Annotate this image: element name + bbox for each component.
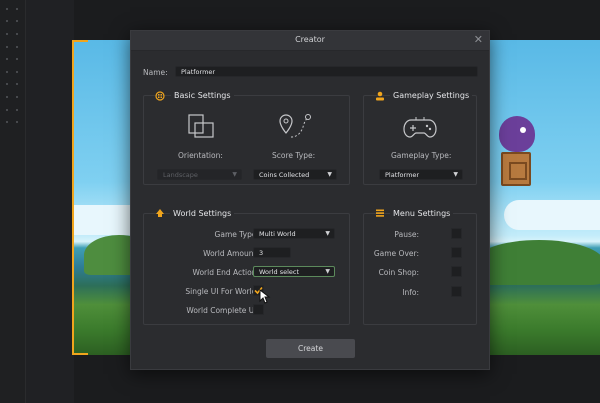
info-checkbox[interactable] bbox=[451, 286, 462, 297]
grid-settings-icon bbox=[155, 91, 165, 101]
orientation-select: Landscape ▼ bbox=[157, 169, 242, 180]
menu-icon bbox=[375, 208, 385, 218]
chevron-down-icon: ▼ bbox=[232, 171, 237, 178]
score-type-label: Score Type: bbox=[272, 151, 316, 160]
world-settings-title: World Settings bbox=[170, 209, 235, 218]
gameplay-type-label: Gameplay Type: bbox=[391, 151, 452, 160]
name-input[interactable]: Platformer bbox=[175, 66, 478, 77]
pause-label: Pause: bbox=[394, 230, 419, 239]
gameplay-type-value: Platformer bbox=[385, 171, 420, 179]
pause-checkbox[interactable] bbox=[451, 228, 462, 239]
hierarchy-panel bbox=[26, 0, 74, 403]
world-amount-label: World Amount: bbox=[203, 249, 259, 258]
world-end-action-value: World select bbox=[259, 268, 300, 276]
mouse-cursor-icon bbox=[259, 289, 271, 304]
monster-eye bbox=[520, 127, 526, 133]
creator-dialog: Creator ✕ Name: Platformer Basic Setting… bbox=[130, 30, 490, 370]
chevron-down-icon: ▼ bbox=[325, 230, 330, 237]
world-icon bbox=[155, 208, 165, 218]
left-toolbar bbox=[0, 0, 26, 403]
world-amount-input[interactable]: 3 bbox=[253, 247, 291, 258]
world-complete-ui-label: World Complete UI: bbox=[186, 306, 259, 315]
dialog-title: Creator bbox=[295, 35, 325, 44]
route-pin-icon bbox=[279, 114, 311, 138]
world-end-action-select[interactable]: World select ▼ bbox=[253, 266, 335, 277]
game-over-label: Game Over: bbox=[373, 249, 419, 258]
chevron-down-icon: ▼ bbox=[453, 171, 458, 178]
chevron-down-icon: ▼ bbox=[325, 268, 330, 275]
gameplay-type-select[interactable]: Platformer ▼ bbox=[379, 169, 463, 180]
scene-frame-left bbox=[72, 40, 74, 355]
info-label: Info: bbox=[402, 288, 419, 297]
scene-frame-bottom bbox=[72, 353, 88, 355]
name-label: Name: bbox=[143, 68, 168, 77]
dialog-title-bar[interactable]: Creator ✕ bbox=[131, 31, 489, 51]
orientation-icon bbox=[188, 114, 214, 138]
game-over-checkbox[interactable] bbox=[451, 247, 462, 258]
game-type-value: Multi World bbox=[259, 230, 296, 238]
orientation-label: Orientation: bbox=[178, 151, 223, 160]
world-complete-ui-checkbox[interactable] bbox=[253, 304, 264, 315]
gamepad-icon bbox=[403, 117, 437, 138]
monster-sprite bbox=[499, 116, 535, 152]
coin-shop-checkbox[interactable] bbox=[451, 266, 462, 277]
score-type-select[interactable]: Coins Collected ▼ bbox=[253, 169, 337, 180]
game-type-label: Game Type: bbox=[214, 230, 259, 239]
gameplay-settings-title: Gameplay Settings bbox=[390, 91, 473, 100]
game-type-select[interactable]: Multi World ▼ bbox=[253, 228, 335, 239]
world-end-action-label: World End Action: bbox=[192, 268, 259, 277]
basic-settings-title: Basic Settings bbox=[171, 91, 234, 100]
crate-sprite bbox=[501, 152, 531, 186]
menu-settings-title: Menu Settings bbox=[390, 209, 454, 218]
coin-shop-label: Coin Shop: bbox=[378, 268, 419, 277]
orientation-value: Landscape bbox=[163, 171, 198, 179]
create-button[interactable]: Create bbox=[266, 339, 355, 358]
single-ui-label: Single UI For World: bbox=[185, 287, 259, 296]
score-type-value: Coins Collected bbox=[259, 171, 310, 179]
editor-canvas: Creator ✕ Name: Platformer Basic Setting… bbox=[0, 0, 600, 403]
scene-frame-top bbox=[72, 40, 88, 42]
chevron-down-icon: ▼ bbox=[327, 171, 332, 178]
player-icon bbox=[375, 91, 385, 101]
close-icon[interactable]: ✕ bbox=[474, 34, 483, 46]
